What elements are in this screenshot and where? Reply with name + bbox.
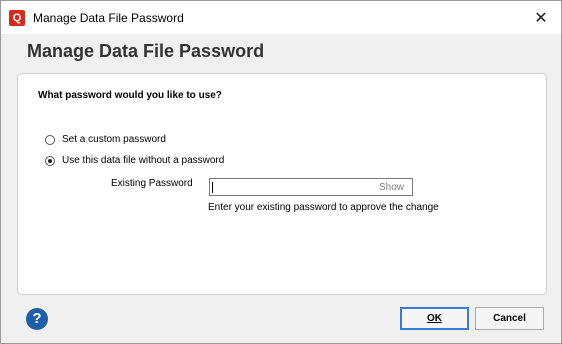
radio-custom-password[interactable]: Set a custom password [45,134,166,145]
question-label: What password would you like to use? [38,90,222,101]
password-hint: Enter your existing password to approve … [208,202,439,213]
show-password-button[interactable]: Show [379,182,404,193]
dialog-window: Q Manage Data File Password ✕ Manage Dat… [0,0,562,344]
radio-circle[interactable] [45,155,55,166]
title-bar: Q Manage Data File Password ✕ [1,1,561,34]
window-title: Manage Data File Password [33,11,184,25]
radio-circle[interactable] [45,134,55,145]
ok-button[interactable]: OK [400,307,469,330]
content-panel: What password would you like to use? Set… [17,73,547,295]
radio-no-password[interactable]: Use this data file without a password [45,155,224,166]
radio-label: Use this data file without a password [62,155,225,166]
existing-password-label: Existing Password [111,178,193,189]
ok-button-label: OK [427,313,442,324]
help-icon[interactable]: ? [26,308,48,330]
close-icon[interactable]: ✕ [521,1,561,34]
existing-password-field[interactable]: Show [209,178,413,196]
cancel-button[interactable]: Cancel [475,307,544,330]
page-title: Manage Data File Password [27,41,265,61]
text-caret [212,182,213,193]
app-logo-icon: Q [9,10,25,26]
radio-label: Set a custom password [62,134,166,145]
